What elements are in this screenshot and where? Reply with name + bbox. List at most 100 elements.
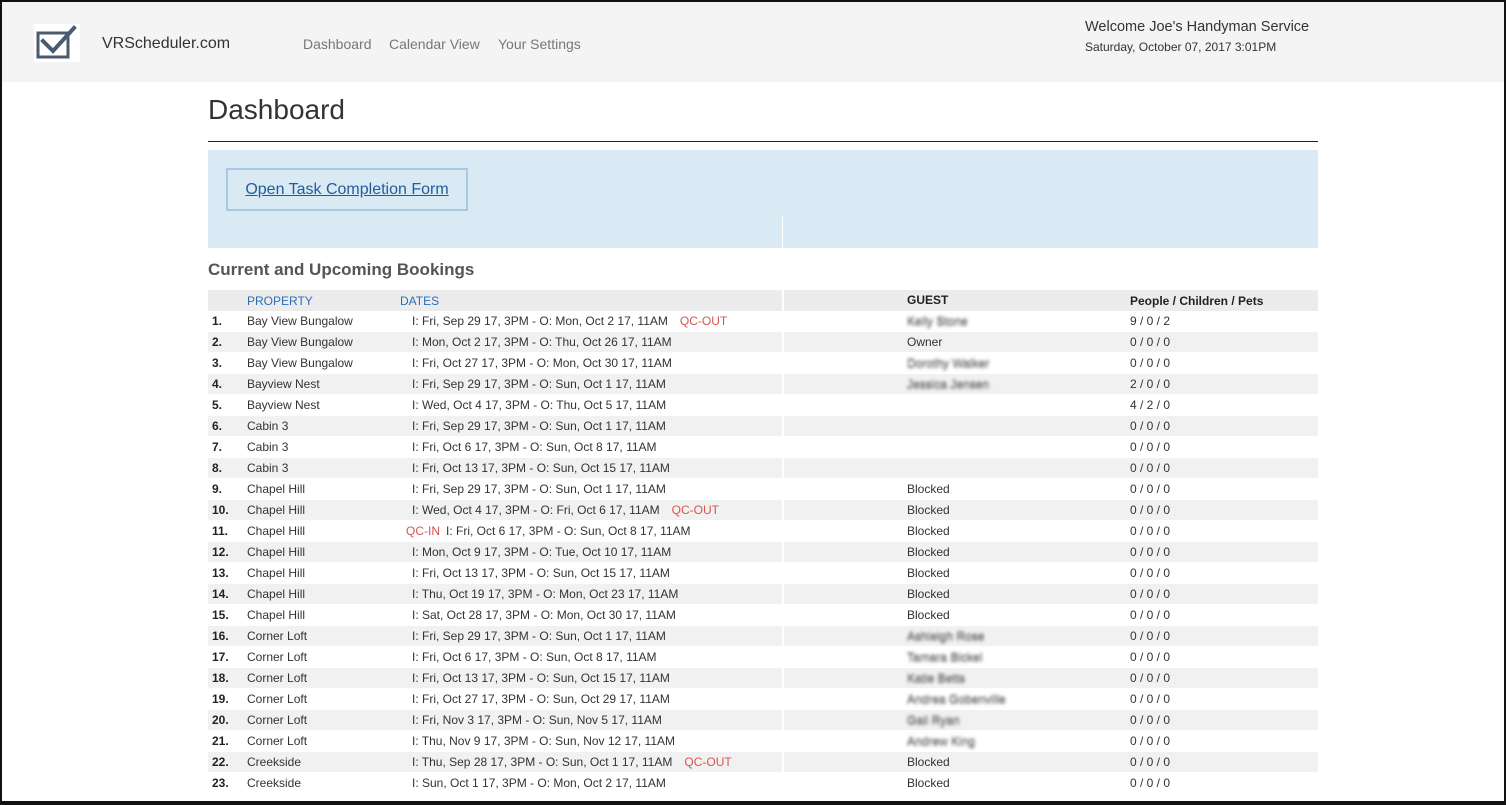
people-children-pets: 0 / 0 / 0	[1130, 587, 1171, 601]
table-row: 4. Bayview Nest I: Fri, Sep 29 17, 3PM - O…	[208, 374, 1318, 395]
open-task-completion-form-button[interactable]: Open Task Completion Form	[226, 168, 468, 211]
people-children-pets: 0 / 0 / 0	[1130, 524, 1171, 538]
guest-name-text: Owner	[907, 335, 943, 349]
date-range-text: I: Sun, Oct 1 17, 3PM - O: Mon, Oct 2 17…	[412, 776, 666, 790]
table-row: 23. Creekside I: Sun, Oct 1 17, 3PM - O: M…	[208, 773, 1318, 794]
nav-calendar-view[interactable]: Calendar View	[389, 36, 480, 52]
date-range-text: I: Sat, Oct 28 17, 3PM - O: Mon, Oct 30 …	[412, 608, 676, 622]
guest-name-redacted: Kelly Stone	[907, 314, 968, 328]
browser-frame: VRScheduler.com Dashboard Calendar View …	[0, 0, 1506, 805]
row-number: 21.	[212, 734, 229, 748]
row-number: 9.	[212, 482, 223, 496]
nav-your-settings[interactable]: Your Settings	[498, 36, 581, 52]
booking-dates: I: Fri, Oct 13 17, 3PM - O: Sun, Oct 15 …	[406, 461, 670, 475]
booking-dates: I: Fri, Sep 29 17, 3PM - O: Sun, Oct 1 1…	[406, 419, 666, 433]
row-number: 19.	[212, 692, 229, 706]
table-row: 20. Corner Loft I: Fri, Nov 3 17, 3PM - O:…	[208, 710, 1318, 731]
property-name: Corner Loft	[247, 650, 308, 664]
logo[interactable]	[34, 24, 80, 62]
booking-dates: I: Fri, Nov 3 17, 3PM - O: Sun, Nov 5 17…	[406, 713, 662, 727]
guest-name-text: Blocked	[907, 482, 950, 496]
row-number: 23.	[212, 776, 229, 790]
bookings-table-header: PROPERTY DATES GUEST People / Children /…	[208, 290, 1318, 311]
people-children-pets: 4 / 2 / 0	[1130, 398, 1171, 412]
booking-dates: I: Wed, Oct 4 17, 3PM - O: Thu, Oct 5 17…	[406, 398, 666, 412]
property-name: Corner Loft	[247, 629, 308, 643]
booking-dates: I: Fri, Oct 27 17, 3PM - O: Mon, Oct 30 …	[406, 356, 672, 370]
bookings-section-title: Current and Upcoming Bookings	[208, 260, 475, 279]
booking-dates: I: Thu, Sep 28 17, 3PM - O: Sun, Oct 1 1…	[406, 755, 738, 769]
column-header-people: People / Children / Pets	[1130, 294, 1264, 308]
date-range-text: I: Fri, Oct 6 17, 3PM - O: Sun, Oct 8 17…	[412, 650, 657, 664]
guest-name: Blocked	[907, 524, 950, 538]
row-stripe-right	[784, 500, 1318, 520]
date-range-text: I: Thu, Nov 9 17, 3PM - O: Sun, Nov 12 1…	[412, 734, 676, 748]
table-row: 17. Corner Loft I: Fri, Oct 6 17, 3PM - O:…	[208, 647, 1318, 668]
guest-name-redacted: Andrea Gobenville	[907, 692, 1006, 706]
row-number: 10.	[212, 503, 229, 517]
date-range-text: I: Fri, Oct 6 17, 3PM - O: Sun, Oct 8 17…	[412, 440, 657, 454]
qc-out-tag[interactable]: QC-OUT	[684, 755, 731, 769]
property-name: Corner Loft	[247, 671, 308, 685]
qc-out-tag[interactable]: QC-OUT	[680, 314, 727, 328]
table-row: 5. Bayview Nest I: Wed, Oct 4 17, 3PM - O:…	[208, 395, 1318, 416]
panel-divider	[782, 216, 783, 248]
row-number: 13.	[212, 566, 229, 580]
guest-name: Blocked	[907, 566, 950, 580]
brand-name[interactable]: VRScheduler.com	[102, 35, 230, 53]
date-range-text: I: Fri, Sep 29 17, 3PM - O: Sun, Oct 1 1…	[412, 482, 666, 496]
row-stripe-right	[784, 458, 1318, 478]
guest-name-redacted: Gail Ryan	[907, 713, 960, 727]
booking-dates: I: Fri, Sep 29 17, 3PM - O: Sun, Oct 1 1…	[406, 377, 666, 391]
guest-name: Katie Betts	[907, 671, 965, 685]
checkmark-box-icon	[36, 25, 77, 59]
table-row: 12. Chapel Hill I: Mon, Oct 9 17, 3PM - O:…	[208, 542, 1318, 563]
people-children-pets: 0 / 0 / 0	[1130, 755, 1171, 769]
guest-name-text: Blocked	[907, 755, 950, 769]
people-children-pets: 2 / 0 / 0	[1130, 377, 1171, 391]
property-name: Chapel Hill	[247, 503, 306, 517]
date-range-text: I: Thu, Sep 28 17, 3PM - O: Sun, Oct 1 1…	[412, 755, 673, 769]
column-header-dates[interactable]: DATES	[400, 294, 439, 308]
row-number: 5.	[212, 398, 223, 412]
date-range-text: I: Fri, Oct 6 17, 3PM - O: Sun, Oct 8 17…	[446, 524, 691, 538]
property-name: Bay View Bungalow	[247, 335, 353, 349]
people-children-pets: 9 / 0 / 2	[1130, 314, 1171, 328]
date-range-text: I: Fri, Sep 29 17, 3PM - O: Sun, Oct 1 1…	[412, 419, 666, 433]
property-name: Bay View Bungalow	[247, 356, 353, 370]
property-name: Chapel Hill	[247, 524, 306, 538]
booking-dates: I: Sat, Oct 28 17, 3PM - O: Mon, Oct 30 …	[406, 608, 676, 622]
people-children-pets: 0 / 0 / 0	[1130, 419, 1171, 433]
column-header-property[interactable]: PROPERTY	[247, 294, 313, 308]
booking-dates: I: Sun, Oct 1 17, 3PM - O: Mon, Oct 2 17…	[406, 776, 666, 790]
qc-out-tag[interactable]: QC-OUT	[672, 503, 719, 517]
property-name: Chapel Hill	[247, 587, 306, 601]
date-range-text: I: Fri, Oct 27 17, 3PM - O: Mon, Oct 30 …	[412, 356, 672, 370]
property-name: Cabin 3	[247, 419, 289, 433]
table-row: 7. Cabin 3 I: Fri, Oct 6 17, 3PM - O: Sun,…	[208, 437, 1318, 458]
people-children-pets: 0 / 0 / 0	[1130, 608, 1171, 622]
qc-in-tag[interactable]: QC-IN	[406, 524, 440, 538]
guest-name-text: Blocked	[907, 545, 950, 559]
property-name: Bayview Nest	[247, 398, 320, 412]
guest-name: Blocked	[907, 482, 950, 496]
property-name: Cabin 3	[247, 461, 289, 475]
guest-name-redacted: Dorothy Walker	[907, 356, 990, 370]
guest-name: Andrew King	[907, 734, 975, 748]
table-row: 3. Bay View Bungalow I: Fri, Oct 27 17, 3P…	[208, 353, 1318, 374]
guest-name: Dorothy Walker	[907, 356, 989, 370]
date-range-text: I: Mon, Oct 2 17, 3PM - O: Thu, Oct 26 1…	[412, 335, 672, 349]
property-name: Creekside	[247, 755, 302, 769]
row-number: 15.	[212, 608, 229, 622]
row-number: 7.	[212, 440, 223, 454]
booking-dates: I: Fri, Oct 6 17, 3PM - O: Sun, Oct 8 17…	[406, 440, 657, 454]
table-row: 15. Chapel Hill I: Sat, Oct 28 17, 3PM - O…	[208, 605, 1318, 626]
row-stripe-right	[784, 710, 1318, 730]
booking-dates: I: Fri, Sep 29 17, 3PM - O: Mon, Oct 2 1…	[406, 314, 733, 328]
guest-name-text: Blocked	[907, 776, 950, 790]
row-number: 18.	[212, 671, 229, 685]
property-name: Chapel Hill	[247, 608, 306, 622]
nav-dashboard[interactable]: Dashboard	[303, 36, 372, 52]
guest-name: Owner	[907, 335, 942, 349]
guest-name: Andrea Gobenville	[907, 692, 1006, 706]
